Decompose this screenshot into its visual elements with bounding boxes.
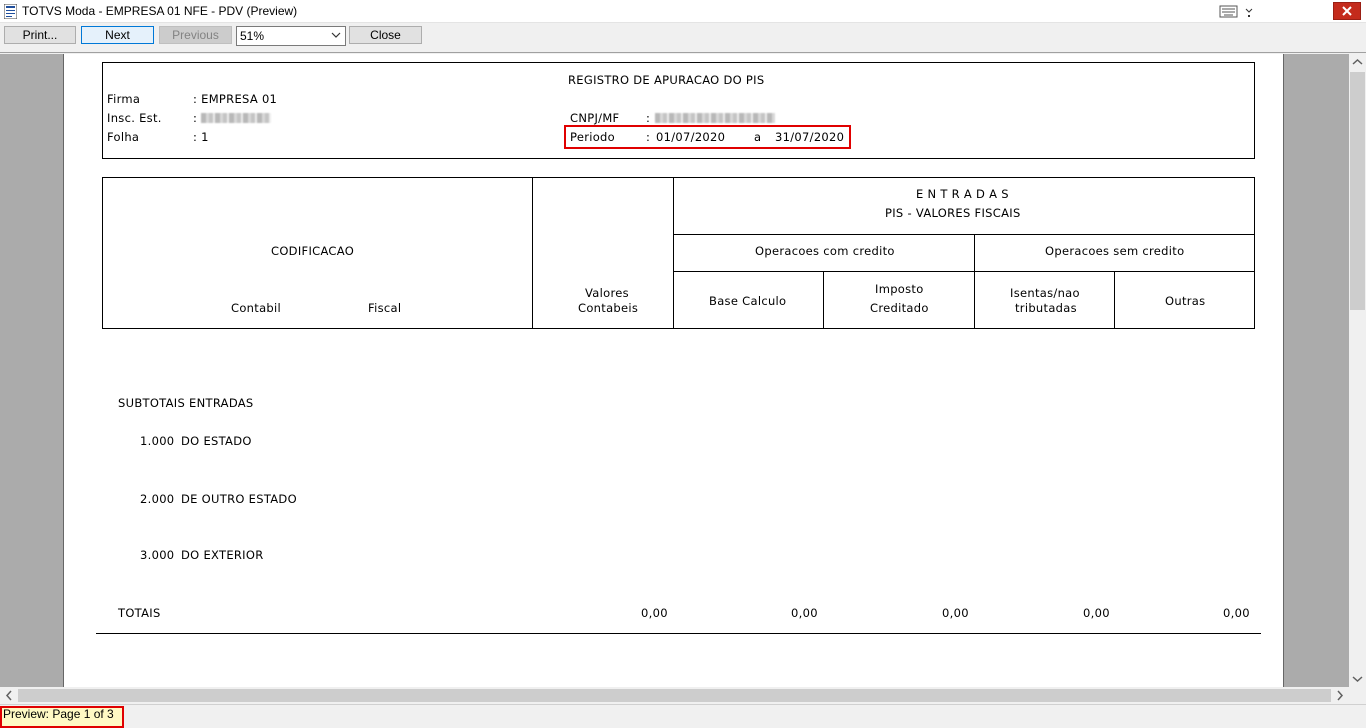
close-icon: [1342, 6, 1352, 16]
preview-area: REGISTRO DE APURACAO DO PIS Firma : EMPR…: [0, 54, 1349, 687]
isentas-header-line2: tributadas: [1015, 301, 1077, 315]
totais-value: 0,00: [791, 606, 818, 620]
title-bar: TOTVS Moda - EMPRESA 01 NFE - PDV (Previ…: [0, 0, 1366, 23]
totais-label: TOTAIS: [118, 606, 161, 620]
row-code: 1.000: [140, 434, 175, 448]
subtotais-label: SUBTOTAIS ENTRADAS: [118, 396, 254, 410]
print-button[interactable]: Print...: [4, 26, 76, 44]
vertical-scroll-thumb[interactable]: [1350, 72, 1365, 310]
divider: [673, 177, 674, 329]
base-calculo-header: Base Calculo: [709, 294, 787, 308]
row-label: DO ESTADO: [181, 434, 252, 448]
isentas-header-line1: Isentas/nao: [1010, 286, 1080, 300]
totais-value: 0,00: [641, 606, 668, 620]
report-page: REGISTRO DE APURACAO DO PIS Firma : EMPR…: [63, 54, 1284, 687]
entradas-header: E N T R A D A S: [916, 187, 1009, 201]
divider: [823, 271, 824, 329]
periodo-end: 31/07/2020: [775, 130, 845, 144]
totais-value: 0,00: [1083, 606, 1110, 620]
folha-value: : 1: [193, 130, 209, 144]
codificacao-header: CODIFICACAO: [271, 244, 355, 258]
firma-value: : EMPRESA 01: [193, 92, 278, 106]
chevron-down-icon: [331, 32, 341, 38]
horizontal-scroll-thumb[interactable]: [18, 689, 1331, 702]
scroll-up-icon[interactable]: [1349, 54, 1366, 71]
fiscal-header: Fiscal: [368, 301, 402, 315]
scrollbar-corner: [1349, 687, 1366, 704]
totais-value: 0,00: [942, 606, 969, 620]
imposto-header-line2: Creditado: [870, 301, 929, 315]
periodo-separator: :: [646, 130, 651, 144]
firma-label: Firma: [107, 92, 141, 106]
op-sem-credito-header: Operacoes sem credito: [1045, 244, 1185, 258]
divider: [974, 234, 975, 329]
divider: [1114, 271, 1115, 329]
insc-separator: :: [193, 111, 198, 125]
periodo-a: a: [754, 130, 762, 144]
op-com-credito-header: Operacoes com credito: [755, 244, 895, 258]
contabil-header: Contabil: [231, 301, 282, 315]
zoom-value: 51%: [240, 29, 265, 43]
scroll-down-icon[interactable]: [1349, 670, 1366, 687]
keyboard-icon[interactable]: [1212, 2, 1256, 21]
redacted-cnpj: [655, 113, 775, 123]
app-icon: [4, 4, 17, 19]
previous-button[interactable]: Previous: [159, 26, 232, 44]
totais-underline: [96, 633, 1261, 634]
cnpj-separator: :: [646, 111, 651, 125]
row-code: 2.000: [140, 492, 175, 506]
periodo-start: 01/07/2020: [656, 130, 726, 144]
valores-header-line2: Contabeis: [578, 301, 639, 315]
status-bar: [0, 704, 1366, 728]
outras-header: Outras: [1165, 294, 1206, 308]
imposto-header-line1: Imposto: [875, 282, 924, 296]
divider: [673, 234, 1255, 235]
divider: [532, 177, 533, 329]
pis-valores-header: PIS - VALORES FISCAIS: [885, 206, 1021, 220]
next-button[interactable]: Next: [81, 26, 154, 44]
toolbar: Print... Next Previous 51% Close: [0, 23, 1366, 53]
zoom-select[interactable]: 51%: [236, 26, 346, 46]
redacted-insc: [201, 113, 271, 123]
periodo-label: Periodo: [570, 130, 615, 144]
report-title: REGISTRO DE APURACAO DO PIS: [568, 73, 765, 87]
status-text: Preview: Page 1 of 3: [3, 707, 114, 721]
scroll-left-icon[interactable]: [1, 687, 18, 704]
totais-value: 0,00: [1223, 606, 1250, 620]
close-button[interactable]: Close: [349, 26, 422, 44]
window-title: TOTVS Moda - EMPRESA 01 NFE - PDV (Previ…: [22, 4, 298, 18]
row-label: DO EXTERIOR: [181, 548, 264, 562]
folha-label: Folha: [107, 130, 140, 144]
row-code: 3.000: [140, 548, 175, 562]
scroll-right-icon[interactable]: [1331, 687, 1348, 704]
valores-header-line1: Valores: [585, 286, 629, 300]
row-label: DE OUTRO ESTADO: [181, 492, 297, 506]
cnpj-label: CNPJ/MF: [570, 111, 620, 125]
close-window-button[interactable]: [1333, 2, 1361, 20]
divider: [673, 271, 1255, 272]
insc-label: Insc. Est.: [107, 111, 162, 125]
